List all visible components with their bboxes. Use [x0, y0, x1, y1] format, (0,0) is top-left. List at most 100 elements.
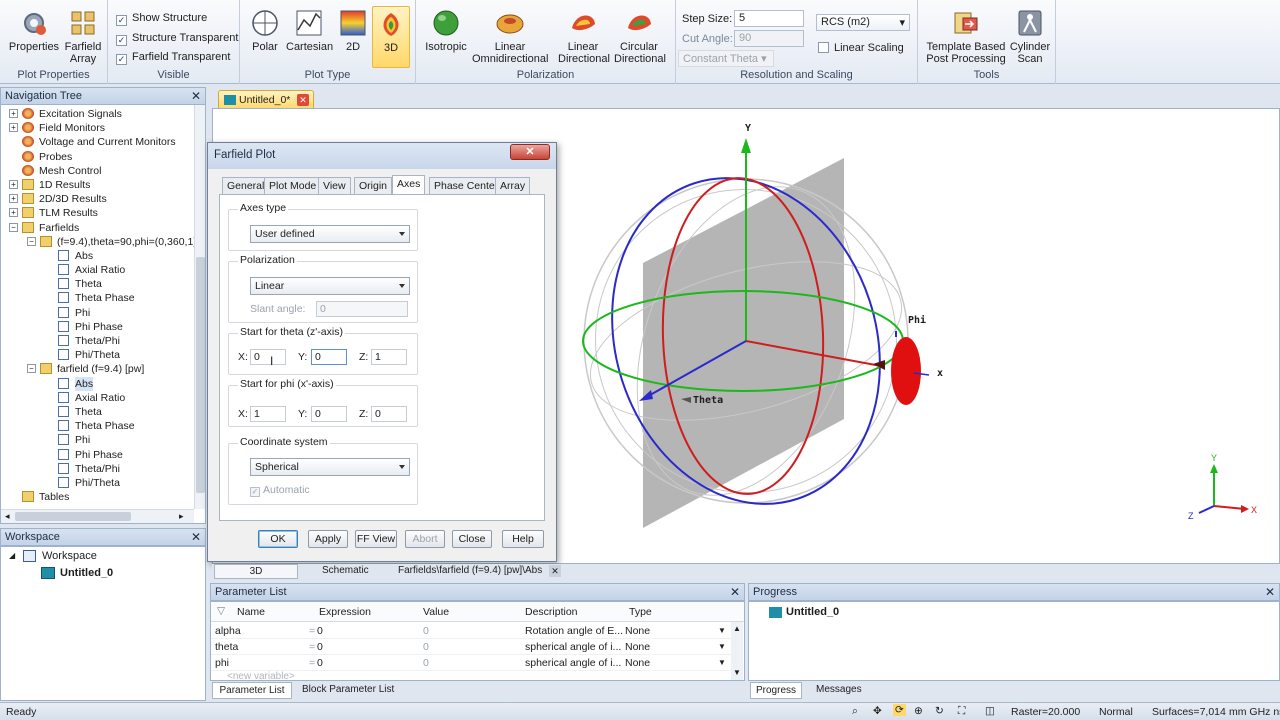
phi-z-input[interactable]: 0 [371, 406, 407, 422]
ok-button[interactable]: OK [258, 530, 298, 548]
tab-progress[interactable]: Progress [750, 682, 802, 699]
theta-x-input[interactable]: 0 [250, 349, 286, 365]
tree-item[interactable]: Phi Phase [1, 448, 197, 462]
tree-item[interactable]: Theta [1, 277, 197, 291]
tree-item[interactable]: Probes [1, 150, 197, 164]
show-structure-checkbox[interactable]: ✓ Show Structure [116, 12, 207, 26]
chevron-down-icon[interactable]: ▼ [718, 658, 726, 667]
tree-item[interactable]: + Excitation Signals [1, 107, 197, 121]
collapse-icon[interactable]: − [27, 236, 36, 246]
linear-scaling-checkbox[interactable]: Linear Scaling [818, 42, 904, 54]
automatic-checkbox[interactable]: ✓ Automatic [250, 484, 310, 497]
expand-icon[interactable]: + [9, 208, 18, 218]
tree-item[interactable]: Abs [1, 249, 197, 263]
tree-item[interactable]: Phi/Theta [1, 476, 197, 490]
step-size-input[interactable]: 5 [734, 10, 804, 27]
phi-x-input[interactable]: 1 [250, 406, 286, 422]
tree-item[interactable]: Theta/Phi [1, 462, 197, 476]
close-icon[interactable]: ✕ [730, 585, 740, 599]
circular-directional-button[interactable]: Circular Directional [614, 8, 666, 65]
tab-origin[interactable]: Origin [354, 177, 393, 194]
theta-z-input[interactable]: 1 [371, 349, 407, 365]
vertical-scrollbar[interactable]: ▲ ▼ [731, 622, 743, 680]
zoom-area-icon[interactable]: ⊕ [914, 705, 923, 717]
filter-icon[interactable]: ▽ [217, 605, 225, 617]
expand-icon[interactable]: + [9, 109, 18, 118]
cylinder-scan-button[interactable]: Cylinder Scan [1008, 8, 1052, 65]
table-row[interactable]: alpha = 0 0 Rotation angle of E... None ▼ [211, 623, 731, 639]
table-row[interactable]: theta = 0 0 spherical angle of i... None ▼ [211, 639, 731, 655]
cube-icon[interactable]: ◫ [985, 705, 995, 717]
close-icon[interactable]: ✕ [1265, 585, 1275, 599]
close-tab-icon[interactable]: ✕ [297, 94, 309, 106]
workspace-item-untitled[interactable]: Untitled_0 [60, 567, 113, 579]
zoom-icon[interactable]: ⌕ [852, 705, 858, 718]
tree-item[interactable]: Abs [1, 376, 197, 391]
chevron-down-icon[interactable]: ▼ [718, 626, 726, 635]
tab-farfield-path[interactable]: Farfields\farfield (f=9.4) [pw]\Abs [398, 565, 542, 576]
tree-item[interactable]: − Farfields [1, 221, 197, 235]
close-tab-icon[interactable]: ✕ [549, 565, 561, 577]
tree-item[interactable]: Theta Phase [1, 291, 197, 305]
tab-array[interactable]: Array [495, 177, 531, 194]
dialog-close-icon[interactable]: ✕ [510, 144, 550, 160]
rotate-icon[interactable]: ⟳ [893, 704, 906, 716]
close-icon[interactable]: ✕ [191, 530, 201, 544]
tree-item[interactable]: − farfield (f=9.4) [pw] [1, 362, 197, 376]
tree-item[interactable]: Theta/Phi [1, 334, 197, 348]
tab-plot-mode[interactable]: Plot Mode [264, 177, 322, 194]
expand-icon[interactable]: + [9, 194, 18, 204]
expand-icon[interactable]: + [9, 123, 18, 133]
tab-view[interactable]: View [318, 177, 351, 194]
new-variable-row[interactable]: <new variable> [227, 671, 295, 680]
tab-axes[interactable]: Axes [392, 175, 426, 195]
scroll-left-icon[interactable]: ◂ [5, 511, 10, 522]
vertical-scrollbar[interactable] [194, 105, 205, 509]
constant-theta-dropdown[interactable]: Constant Theta ▾ [678, 50, 774, 67]
close-icon[interactable]: ✕ [191, 89, 201, 103]
tab-messages[interactable]: Messages [816, 684, 862, 695]
isotropic-button[interactable]: Isotropic [422, 8, 470, 53]
collapse-icon[interactable]: − [9, 222, 18, 232]
tree-item[interactable]: Theta [1, 405, 197, 419]
cartesian-button[interactable]: Cartesian [286, 8, 333, 53]
tab-3d[interactable]: 3D [214, 564, 298, 579]
slant-angle-input[interactable]: 0 [316, 301, 408, 317]
farfield-array-button[interactable]: Farfield Array [62, 8, 104, 65]
cut-angle-input[interactable]: 90 [734, 30, 804, 47]
ff-view-button[interactable]: FF View [355, 530, 397, 548]
dialog-title-bar[interactable]: Farfield Plot ✕ [208, 143, 556, 169]
coordinate-system-dropdown[interactable]: Spherical [250, 458, 410, 476]
progress-item[interactable]: Untitled_0 [786, 606, 839, 618]
scrollbar-thumb[interactable] [15, 512, 131, 521]
template-based-post-processing-button[interactable]: Template Based Post Processing [924, 8, 1008, 65]
expand-icon[interactable]: + [9, 179, 18, 189]
3d-button[interactable]: 3D [372, 6, 410, 68]
tree-item[interactable]: Phi/Theta [1, 348, 197, 362]
tree-item[interactable]: Phi [1, 306, 197, 320]
linear-omnidirectional-button[interactable]: Linear Omnidirectional [472, 8, 548, 65]
tree-item[interactable]: Axial Ratio [1, 391, 197, 405]
tab-schematic[interactable]: Schematic [322, 565, 369, 576]
expand-arrow-icon[interactable]: ◢ [9, 551, 15, 560]
tree-item[interactable]: Mesh Control [1, 164, 197, 178]
tree-item[interactable]: + TLM Results [1, 206, 197, 220]
tree-item[interactable]: Theta Phase [1, 419, 197, 433]
scroll-right-icon[interactable]: ▸ [179, 511, 184, 522]
document-tab[interactable]: Untitled_0* ✕ [218, 90, 314, 109]
theta-y-input[interactable]: 0 [311, 349, 347, 365]
workspace-root[interactable]: Workspace [42, 550, 97, 562]
farfield-transparent-checkbox[interactable]: ✓ Farfield Transparent [116, 51, 230, 65]
polarization-dropdown[interactable]: Linear [250, 277, 410, 295]
table-row[interactable]: phi = 0 0 spherical angle of i... None ▼ [211, 655, 731, 671]
apply-button[interactable]: Apply [308, 530, 348, 548]
tab-parameter-list[interactable]: Parameter List [212, 682, 292, 699]
properties-button[interactable]: Properties [6, 8, 62, 53]
scroll-up-icon[interactable]: ▲ [733, 624, 741, 633]
rcs-dropdown[interactable]: RCS (m2) ▾ [816, 14, 910, 31]
linear-directional-button[interactable]: Linear Directional [558, 8, 610, 65]
tree-item[interactable]: +1D Results [1, 178, 197, 192]
tab-general[interactable]: General [222, 177, 270, 194]
chevron-down-icon[interactable]: ▼ [718, 642, 726, 651]
collapse-icon[interactable]: − [27, 364, 36, 374]
